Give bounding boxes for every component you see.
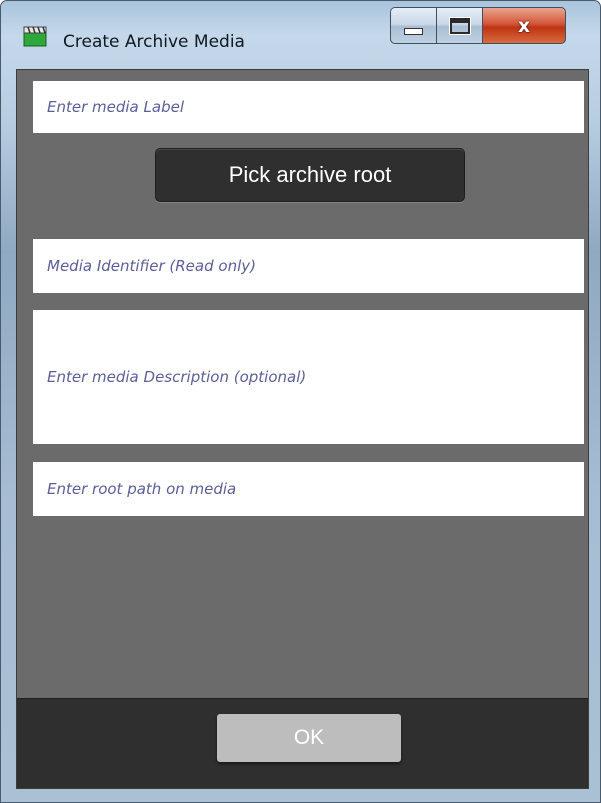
maximize-icon <box>449 17 470 34</box>
root-path-input[interactable] <box>33 462 584 516</box>
media-label-input[interactable] <box>33 81 584 133</box>
maximize-button[interactable] <box>436 7 482 44</box>
window-controls: x <box>390 7 566 44</box>
media-identifier-field[interactable] <box>33 239 584 293</box>
create-archive-media-window: Create Archive Media x Pick archive root… <box>0 0 601 803</box>
dialog-footer: OK <box>17 698 588 788</box>
dialog-content: Pick archive root OK <box>16 69 589 789</box>
media-description-input[interactable] <box>33 310 584 444</box>
close-icon: x <box>517 14 531 37</box>
clapperboard-icon <box>23 26 47 47</box>
window-title: Create Archive Media <box>63 32 245 52</box>
ok-button[interactable]: OK <box>217 714 401 762</box>
minimize-icon <box>404 28 423 35</box>
pick-archive-root-button[interactable]: Pick archive root <box>155 148 465 202</box>
close-button[interactable]: x <box>482 7 566 44</box>
minimize-button[interactable] <box>390 7 436 44</box>
